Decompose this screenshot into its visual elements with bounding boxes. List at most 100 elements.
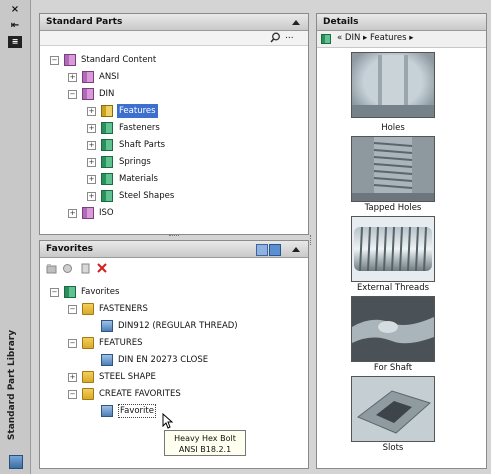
delete-icon[interactable] xyxy=(96,262,108,274)
thumbnail-tapped-holes[interactable] xyxy=(351,136,435,202)
tree-node-favorites[interactable]: − Favorites xyxy=(50,285,250,299)
library-icon xyxy=(64,54,76,66)
palette-title-strip: × ⇤ ≡ Standard Part Library xyxy=(0,0,31,474)
expand-icon[interactable]: + xyxy=(68,209,77,218)
auto-hide-button[interactable]: ⇤ xyxy=(8,20,22,32)
tree-label: DIN EN 20273 CLOSE xyxy=(118,355,209,365)
tree-node-steel-shape[interactable]: + STEEL SHAPE xyxy=(68,370,268,384)
tree-label: Standard Content xyxy=(81,55,157,65)
tree-label: ISO xyxy=(99,208,114,218)
tree-node-shaft-parts[interactable]: + Shaft Parts xyxy=(87,138,257,152)
standard-parts-header[interactable]: Standard Parts xyxy=(40,14,308,31)
standard-parts-title: Standard Parts xyxy=(46,17,123,27)
tooltip-line: ANSI B18.2.1 xyxy=(178,445,232,454)
tree-node-ansi[interactable]: + ANSI xyxy=(68,70,248,84)
tree-label-selected: Features xyxy=(117,104,158,118)
tree-label: Springs xyxy=(119,157,151,167)
horizontal-splitter[interactable] xyxy=(39,234,309,239)
collapse-icon[interactable]: − xyxy=(50,56,59,65)
tree-node-din-en[interactable]: DIN EN 20273 CLOSE xyxy=(87,353,287,367)
library-icon xyxy=(82,88,94,100)
move-icon[interactable] xyxy=(62,263,73,274)
favorites-icon xyxy=(64,286,76,298)
category-icon xyxy=(101,156,113,168)
tree-node-din912[interactable]: DIN912 (REGULAR THREAD) xyxy=(87,319,287,333)
category-icon xyxy=(101,139,113,151)
library-icon xyxy=(82,207,94,219)
expand-icon[interactable]: + xyxy=(87,175,96,184)
tree-label: Steel Shapes xyxy=(119,191,175,201)
tree-node-din[interactable]: − DIN xyxy=(68,87,248,101)
thumbnail-holes[interactable] xyxy=(351,52,435,118)
mouse-cursor-icon xyxy=(162,412,174,429)
rename-icon[interactable] xyxy=(80,263,91,274)
breadcrumb: « DIN ▸ Features ▸ xyxy=(317,31,486,48)
tree-node-fav-fasteners[interactable]: − FASTENERS xyxy=(68,302,268,316)
tree-label: ANSI xyxy=(99,72,120,82)
library-icon xyxy=(82,71,94,83)
expand-icon[interactable]: + xyxy=(87,124,96,133)
thumbnail-label: External Threads xyxy=(356,283,430,293)
collapse-icon[interactable]: − xyxy=(68,305,77,314)
expand-icon[interactable]: + xyxy=(87,107,96,116)
expand-icon[interactable]: + xyxy=(68,373,77,382)
tree-node-features[interactable]: + Features xyxy=(87,104,257,118)
tree-label: DIN912 (REGULAR THREAD) xyxy=(118,321,238,331)
tree-node-create-favorites[interactable]: − CREATE FAVORITES xyxy=(68,387,268,401)
collapse-arrow-icon[interactable] xyxy=(292,247,300,252)
expand-icon[interactable]: + xyxy=(87,141,96,150)
grip-icon xyxy=(169,235,179,238)
tree-node-fasteners[interactable]: + Fasteners xyxy=(87,121,257,135)
grip-icon xyxy=(310,235,314,245)
part-icon xyxy=(101,320,113,332)
thumbnail-label: Tapped Holes xyxy=(364,203,422,213)
breadcrumb-path[interactable]: « DIN ▸ Features ▸ xyxy=(337,33,414,43)
more-button[interactable]: ... xyxy=(285,31,294,41)
favorites-title: Favorites xyxy=(46,244,94,254)
expand-icon[interactable]: + xyxy=(87,158,96,167)
view-thumbnail-icon[interactable] xyxy=(269,244,281,256)
tree-node-fav-features[interactable]: − FEATURES xyxy=(68,336,268,350)
collapse-icon[interactable]: − xyxy=(68,90,77,99)
view-list-icon[interactable] xyxy=(256,244,268,256)
collapse-icon[interactable]: − xyxy=(68,390,77,399)
tree-node-springs[interactable]: + Springs xyxy=(87,155,257,169)
new-folder-icon[interactable] xyxy=(46,263,57,274)
thumbnail-label: For Shaft xyxy=(373,363,413,373)
tree-node-standard-content[interactable]: − Standard Content xyxy=(50,53,250,67)
tree-label: FEATURES xyxy=(99,338,143,348)
favorites-panel: Favorites − Favorites − FASTENERS DIN912… xyxy=(39,240,309,469)
details-title: Details xyxy=(323,17,359,27)
close-button[interactable]: × xyxy=(8,4,22,16)
collapse-arrow-icon[interactable] xyxy=(292,20,300,25)
tooltip-line: Heavy Hex Bolt xyxy=(174,434,236,443)
tree-label: Shaft Parts xyxy=(119,140,166,150)
collapse-icon[interactable]: − xyxy=(68,339,77,348)
folder-icon xyxy=(82,371,94,383)
thumbnail-label: Slots xyxy=(382,443,404,453)
properties-button[interactable]: ≡ xyxy=(8,36,22,48)
vertical-splitter[interactable] xyxy=(309,13,315,467)
expand-icon[interactable]: + xyxy=(87,192,96,201)
standard-parts-panel: Standard Parts ... − Standard Content + … xyxy=(39,13,309,235)
tree-label: Materials xyxy=(119,174,158,184)
tree-label: STEEL SHAPE xyxy=(99,372,156,382)
palette-title: Standard Part Library xyxy=(7,329,17,441)
thumbnail-slots[interactable] xyxy=(351,376,435,442)
tree-node-materials[interactable]: + Materials xyxy=(87,172,257,186)
part-icon xyxy=(101,405,113,417)
palette-icon xyxy=(9,455,23,469)
thumbnail-label: Holes xyxy=(381,123,405,133)
folder-icon xyxy=(82,388,94,400)
tree-node-favorite[interactable]: Favorite xyxy=(87,404,287,418)
collapse-icon[interactable]: − xyxy=(50,288,59,297)
search-icon[interactable] xyxy=(270,32,281,43)
thumbnail-for-shaft[interactable] xyxy=(351,296,435,362)
folder-icon xyxy=(82,337,94,349)
thumbnail-external-threads[interactable] xyxy=(351,216,435,282)
tree-node-steel-shapes[interactable]: + Steel Shapes xyxy=(87,189,257,203)
tree-label: DIN xyxy=(99,89,115,99)
category-icon xyxy=(101,190,113,202)
tree-node-iso[interactable]: + ISO xyxy=(68,206,248,220)
expand-icon[interactable]: + xyxy=(68,73,77,82)
